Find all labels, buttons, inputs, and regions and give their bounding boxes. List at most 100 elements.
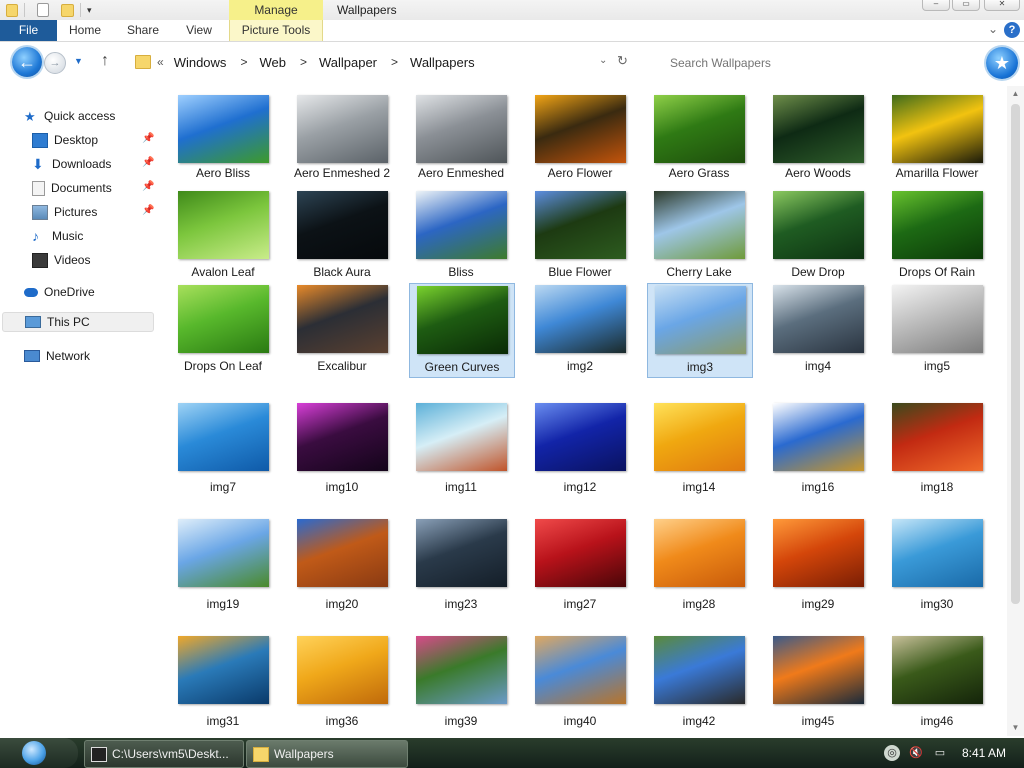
- file-tile-drops-on-leaf[interactable]: Drops On Leaf: [171, 283, 275, 376]
- tab-file[interactable]: File: [0, 20, 57, 41]
- nav-item-desktop[interactable]: Desktop: [32, 130, 98, 150]
- forward-button[interactable]: →: [44, 52, 66, 74]
- vertical-scrollbar[interactable]: ▲ ▼: [1007, 86, 1024, 736]
- clock[interactable]: 8:41 AM: [962, 746, 1006, 760]
- scrollbar-thumb[interactable]: [1011, 104, 1020, 604]
- nav-item-downloads[interactable]: ⬇ Downloads: [32, 154, 111, 174]
- file-tile-img45[interactable]: img45: [766, 634, 870, 731]
- file-tile-img27[interactable]: img27: [528, 517, 632, 614]
- file-name-label: img40: [563, 714, 597, 728]
- pin-icon[interactable]: 📌: [142, 133, 154, 144]
- breadcrumb-overflow[interactable]: «: [157, 55, 164, 69]
- nav-item-documents[interactable]: Documents: [32, 178, 112, 198]
- up-arrow-icon[interactable]: ↑: [101, 52, 109, 70]
- chevron-right-icon[interactable]: >: [300, 55, 307, 69]
- volume-muted-icon[interactable]: 🔇: [908, 745, 924, 761]
- file-tile-green-curves[interactable]: Green Curves: [409, 283, 515, 378]
- customize-toolbar-icon[interactable]: ▾: [87, 5, 92, 16]
- file-tile-img4[interactable]: img4: [766, 283, 870, 376]
- file-tile-img10[interactable]: img10: [290, 401, 394, 497]
- scroll-up-icon[interactable]: ▲: [1007, 86, 1024, 102]
- nav-item-network[interactable]: Network: [24, 346, 90, 366]
- search-input[interactable]: [664, 50, 972, 76]
- file-tile-img31[interactable]: img31: [171, 634, 275, 731]
- file-tile-aero-enmeshed-2[interactable]: Aero Enmeshed 2: [290, 93, 394, 183]
- chevron-right-icon[interactable]: >: [240, 55, 247, 69]
- start-button[interactable]: [0, 738, 78, 768]
- chevron-right-icon[interactable]: >: [391, 55, 398, 69]
- breadcrumb-wallpapers[interactable]: Wallpapers: [410, 55, 475, 70]
- file-tile-img39[interactable]: img39: [409, 634, 513, 731]
- file-tile-img23[interactable]: img23: [409, 517, 513, 614]
- file-tile-aero-enmeshed[interactable]: Aero Enmeshed: [409, 93, 513, 183]
- help-icon[interactable]: ?: [1004, 22, 1020, 38]
- file-tile-img19[interactable]: img19: [171, 517, 275, 614]
- taskbar-button-cmd[interactable]: C:\Users\vm5\Deskt...: [84, 740, 244, 768]
- nav-item-quick-access[interactable]: ★ Quick access: [24, 106, 115, 126]
- nav-item-pictures[interactable]: Pictures: [32, 202, 97, 222]
- file-tile-drops-of-rain[interactable]: Drops Of Rain: [885, 189, 989, 282]
- tab-share[interactable]: Share: [118, 20, 168, 41]
- display-icon[interactable]: ▭: [932, 745, 948, 761]
- file-tile-img3[interactable]: img3: [647, 283, 753, 378]
- file-tile-img36[interactable]: img36: [290, 634, 394, 731]
- scroll-down-icon[interactable]: ▼: [1007, 720, 1024, 736]
- breadcrumb-windows[interactable]: Windows: [174, 55, 227, 70]
- tab-home[interactable]: Home: [60, 20, 110, 41]
- file-tile-bliss[interactable]: Bliss: [409, 189, 513, 282]
- nav-item-this-pc[interactable]: This PC: [2, 312, 154, 332]
- file-tile-img20[interactable]: img20: [290, 517, 394, 614]
- file-tile-img16[interactable]: img16: [766, 401, 870, 497]
- file-tile-img14[interactable]: img14: [647, 401, 751, 497]
- chevron-down-icon[interactable]: ⌄: [599, 55, 607, 66]
- file-tile-black-aura[interactable]: Black Aura: [290, 189, 394, 282]
- file-tile-excalibur[interactable]: Excalibur: [290, 283, 394, 376]
- file-tile-dew-drop[interactable]: Dew Drop: [766, 189, 870, 282]
- file-tile-img18[interactable]: img18: [885, 401, 989, 497]
- file-tile-blue-flower[interactable]: Blue Flower: [528, 189, 632, 282]
- nav-item-videos[interactable]: Videos: [32, 250, 90, 270]
- pin-icon[interactable]: 📌: [142, 157, 154, 168]
- file-name-label: img23: [444, 597, 478, 611]
- file-tile-cherry-lake[interactable]: Cherry Lake: [647, 189, 751, 282]
- pin-icon[interactable]: 📌: [142, 181, 154, 192]
- back-button[interactable]: ←: [12, 47, 42, 77]
- nav-item-music[interactable]: ♪ Music: [32, 226, 83, 246]
- file-tile-aero-woods[interactable]: Aero Woods: [766, 93, 870, 183]
- file-tile-img29[interactable]: img29: [766, 517, 870, 614]
- recent-locations-icon[interactable]: ▼: [74, 56, 83, 66]
- breadcrumb-web[interactable]: Web: [259, 55, 286, 70]
- breadcrumb-wallpaper[interactable]: Wallpaper: [319, 55, 377, 70]
- properties-icon[interactable]: [37, 3, 49, 17]
- new-folder-icon[interactable]: [61, 3, 74, 17]
- thumbnail-image: [416, 403, 507, 471]
- file-tile-amarilla-flower[interactable]: Amarilla Flower: [885, 93, 989, 183]
- taskbar-button-wallpapers[interactable]: Wallpapers: [246, 740, 408, 768]
- thumbnail-image: [892, 285, 983, 353]
- tab-view[interactable]: View: [176, 20, 222, 41]
- file-tile-img28[interactable]: img28: [647, 517, 751, 614]
- file-tile-img11[interactable]: img11: [409, 401, 513, 497]
- close-button[interactable]: ✕: [984, 0, 1020, 11]
- network-globe-icon[interactable]: ◎: [884, 745, 900, 761]
- file-tile-img40[interactable]: img40: [528, 634, 632, 731]
- file-tile-aero-flower[interactable]: Aero Flower: [528, 93, 632, 183]
- pin-icon[interactable]: 📌: [142, 205, 154, 216]
- expand-ribbon-icon[interactable]: ⌄: [988, 22, 998, 36]
- file-tile-img7[interactable]: img7: [171, 401, 275, 497]
- file-tile-aero-grass[interactable]: Aero Grass: [647, 93, 751, 183]
- tab-picture-tools[interactable]: Picture Tools: [229, 20, 323, 41]
- file-tile-img12[interactable]: img12: [528, 401, 632, 497]
- nav-item-onedrive[interactable]: OneDrive: [24, 282, 95, 302]
- minimize-button[interactable]: –: [922, 0, 950, 11]
- star-icon[interactable]: ★: [986, 47, 1018, 79]
- file-tile-aero-bliss[interactable]: Aero Bliss: [171, 93, 275, 183]
- refresh-icon[interactable]: ↻: [617, 53, 628, 69]
- file-tile-avalon-leaf[interactable]: Avalon Leaf: [171, 189, 275, 282]
- file-tile-img5[interactable]: img5: [885, 283, 989, 376]
- file-tile-img46[interactable]: img46: [885, 634, 989, 731]
- file-tile-img42[interactable]: img42: [647, 634, 751, 731]
- maximize-button[interactable]: ▭: [952, 0, 980, 11]
- file-tile-img2[interactable]: img2: [528, 283, 632, 376]
- file-tile-img30[interactable]: img30: [885, 517, 989, 614]
